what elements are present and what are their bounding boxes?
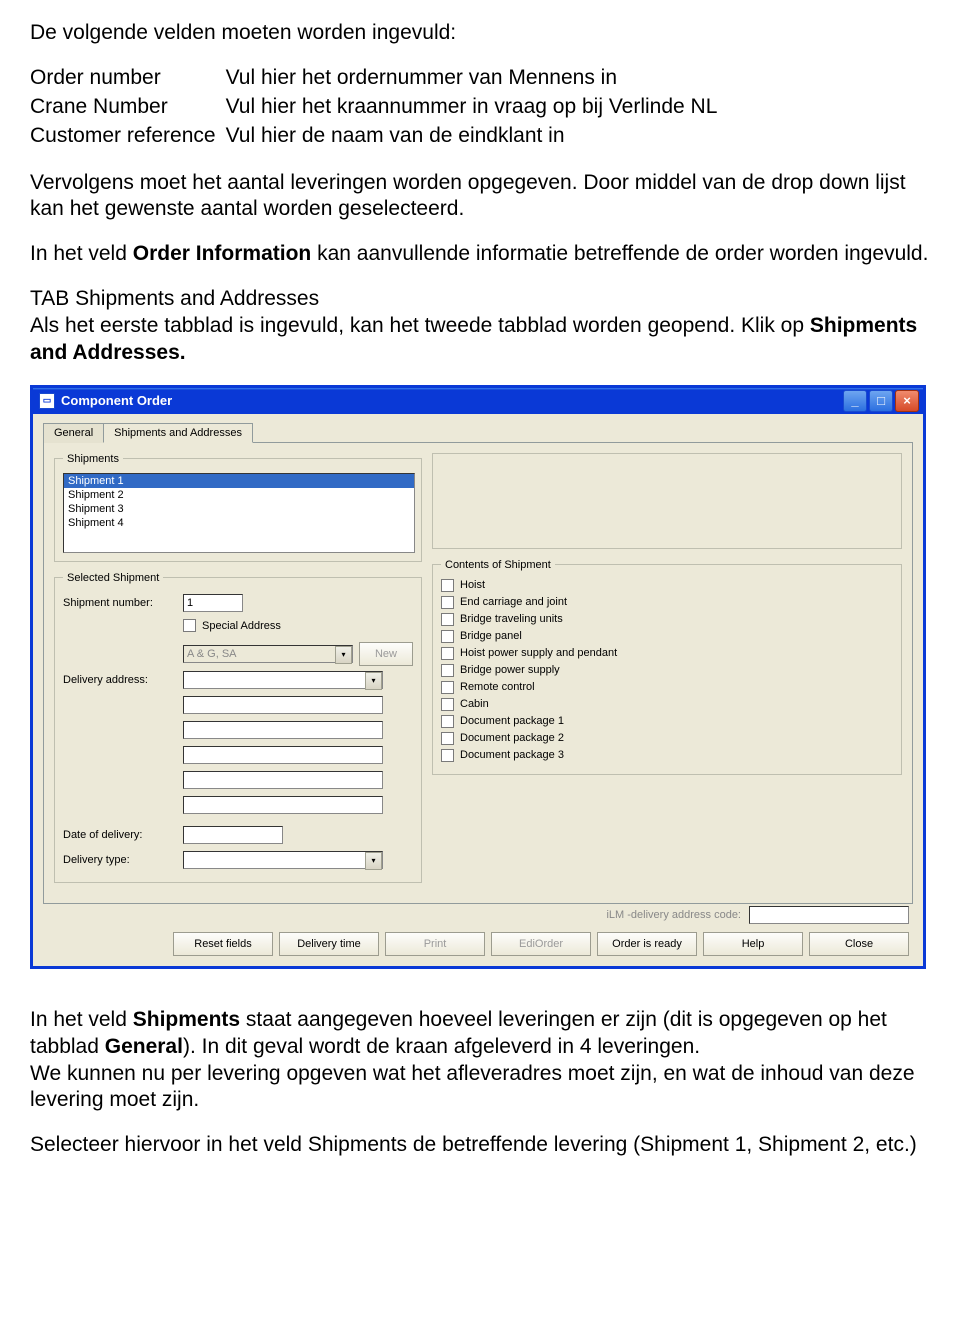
checkbox-label: Document package 1 bbox=[460, 715, 564, 727]
right-top-group bbox=[432, 453, 902, 549]
component-order-window: ▭ Component Order _ □ × General Shipment… bbox=[30, 385, 926, 969]
minimize-button[interactable]: _ bbox=[843, 390, 867, 412]
field-desc: Vul hier het kraannummer in vraag op bij… bbox=[226, 94, 728, 123]
delivery-time-button[interactable]: Delivery time bbox=[279, 932, 379, 956]
intro-line: De volgende velden moeten worden ingevul… bbox=[30, 20, 930, 47]
shipments-listbox[interactable]: Shipment 1 Shipment 2 Shipment 3 Shipmen… bbox=[63, 473, 415, 553]
content-checkbox[interactable]: Bridge power supply bbox=[441, 664, 893, 677]
address-line-input[interactable] bbox=[183, 696, 383, 714]
fields-table: Order number Vul hier het ordernummer va… bbox=[30, 65, 727, 152]
tab-panel: Shipments Shipment 1 Shipment 2 Shipment… bbox=[43, 442, 913, 904]
bold-term: General bbox=[105, 1035, 183, 1058]
shipments-group: Shipments Shipment 1 Shipment 2 Shipment… bbox=[54, 453, 422, 562]
bold-term: Order Information bbox=[133, 242, 312, 265]
paragraph: In het veld Shipments staat aangegeven h… bbox=[30, 1007, 930, 1115]
date-of-delivery-input[interactable] bbox=[183, 826, 283, 844]
address-line-input[interactable] bbox=[183, 746, 383, 764]
sub-heading: TAB Shipments and Addresses bbox=[30, 287, 319, 310]
field-label: Order number bbox=[30, 65, 226, 94]
field-label: Customer reference bbox=[30, 123, 226, 152]
content-checkbox[interactable]: Remote control bbox=[441, 681, 893, 694]
checkbox-label: Hoist power supply and pendant bbox=[460, 647, 617, 659]
content-checkbox[interactable]: Hoist power supply and pendant bbox=[441, 647, 893, 660]
checkbox-label: Hoist bbox=[460, 579, 485, 591]
text: In het veld bbox=[30, 1008, 133, 1031]
content-checkbox[interactable]: Hoist bbox=[441, 579, 893, 592]
address-preset-combo[interactable] bbox=[183, 645, 353, 663]
content-checkbox[interactable]: Document package 1 bbox=[441, 715, 893, 728]
address-line-input[interactable] bbox=[183, 721, 383, 739]
address-line-input[interactable] bbox=[183, 771, 383, 789]
contents-group: Contents of Shipment Hoist End carriage … bbox=[432, 559, 902, 775]
field-label: Crane Number bbox=[30, 94, 226, 123]
text: In het veld bbox=[30, 242, 133, 265]
print-button[interactable]: Print bbox=[385, 932, 485, 956]
address-line-input[interactable] bbox=[183, 796, 383, 814]
delivery-address-label: Delivery address: bbox=[63, 674, 183, 686]
text: kan aanvullende informatie betreffende d… bbox=[311, 242, 928, 265]
content-checkbox[interactable]: Document package 3 bbox=[441, 749, 893, 762]
ilm-label: iLM -delivery address code: bbox=[606, 909, 741, 921]
delivery-type-label: Delivery type: bbox=[63, 854, 183, 866]
content-checkbox[interactable]: Document package 2 bbox=[441, 732, 893, 745]
help-button[interactable]: Help bbox=[703, 932, 803, 956]
button-bar: Reset fields Delivery time Print EdiOrde… bbox=[43, 924, 913, 956]
list-item[interactable]: Shipment 3 bbox=[64, 502, 414, 516]
reset-fields-button[interactable]: Reset fields bbox=[173, 932, 273, 956]
checkbox-label: Document package 3 bbox=[460, 749, 564, 761]
group-legend: Contents of Shipment bbox=[441, 559, 555, 571]
date-of-delivery-label: Date of delivery: bbox=[63, 829, 183, 841]
delivery-address-combo[interactable] bbox=[183, 671, 383, 689]
text: We kunnen nu per levering opgeven wat he… bbox=[30, 1062, 915, 1112]
group-legend: Shipments bbox=[63, 453, 123, 465]
close-button[interactable]: Close bbox=[809, 932, 909, 956]
field-desc: Vul hier het ordernummer van Mennens in bbox=[226, 65, 728, 94]
new-button[interactable]: New bbox=[359, 642, 413, 666]
checkbox-label: Bridge power supply bbox=[460, 664, 560, 676]
paragraph: In het veld Order Information kan aanvul… bbox=[30, 241, 930, 268]
close-window-button[interactable]: × bbox=[895, 390, 919, 412]
app-icon: ▭ bbox=[39, 393, 55, 409]
tab-shipments-addresses[interactable]: Shipments and Addresses bbox=[103, 423, 253, 443]
paragraph: Selecteer hiervoor in het veld Shipments… bbox=[30, 1132, 930, 1159]
checkbox-label: Remote control bbox=[460, 681, 535, 693]
paragraph: TAB Shipments and Addresses Als het eers… bbox=[30, 286, 930, 367]
paragraph: Vervolgens moet het aantal leveringen wo… bbox=[30, 170, 930, 224]
maximize-button[interactable]: □ bbox=[869, 390, 893, 412]
delivery-type-combo[interactable] bbox=[183, 851, 383, 869]
checkbox-label: Bridge panel bbox=[460, 630, 522, 642]
bold-term: Shipments bbox=[133, 1008, 240, 1031]
titlebar: ▭ Component Order _ □ × bbox=[33, 388, 923, 414]
list-item[interactable]: Shipment 1 bbox=[64, 474, 414, 488]
group-legend: Selected Shipment bbox=[63, 572, 163, 584]
chevron-down-icon[interactable]: ▾ bbox=[365, 852, 382, 870]
content-checkbox[interactable]: End carriage and joint bbox=[441, 596, 893, 609]
chevron-down-icon[interactable]: ▾ bbox=[335, 646, 352, 664]
order-ready-button[interactable]: Order is ready bbox=[597, 932, 697, 956]
field-desc: Vul hier de naam van de eindklant in bbox=[226, 123, 728, 152]
list-item[interactable]: Shipment 2 bbox=[64, 488, 414, 502]
chevron-down-icon[interactable]: ▾ bbox=[365, 672, 382, 690]
shipment-number-label: Shipment number: bbox=[63, 597, 183, 609]
checkbox-label: End carriage and joint bbox=[460, 596, 567, 608]
content-checkbox[interactable]: Bridge traveling units bbox=[441, 613, 893, 626]
tab-general[interactable]: General bbox=[43, 423, 104, 443]
content-checkbox[interactable]: Cabin bbox=[441, 698, 893, 711]
checkbox-label: Special Address bbox=[202, 620, 281, 632]
checkbox-label: Bridge traveling units bbox=[460, 613, 563, 625]
content-checkbox[interactable]: Bridge panel bbox=[441, 630, 893, 643]
selected-shipment-group: Selected Shipment Shipment number: Speci… bbox=[54, 572, 422, 883]
ilm-code-input[interactable] bbox=[749, 906, 909, 924]
checkbox-label: Document package 2 bbox=[460, 732, 564, 744]
shipment-number-input[interactable] bbox=[183, 594, 243, 612]
special-address-checkbox[interactable]: Special Address bbox=[183, 619, 281, 632]
list-item[interactable]: Shipment 4 bbox=[64, 516, 414, 530]
checkbox-label: Cabin bbox=[460, 698, 489, 710]
window-title: Component Order bbox=[61, 393, 172, 408]
text: Als het eerste tabblad is ingevuld, kan … bbox=[30, 314, 810, 337]
text: ). In dit geval wordt de kraan afgelever… bbox=[183, 1035, 700, 1058]
ediorder-button[interactable]: EdiOrder bbox=[491, 932, 591, 956]
